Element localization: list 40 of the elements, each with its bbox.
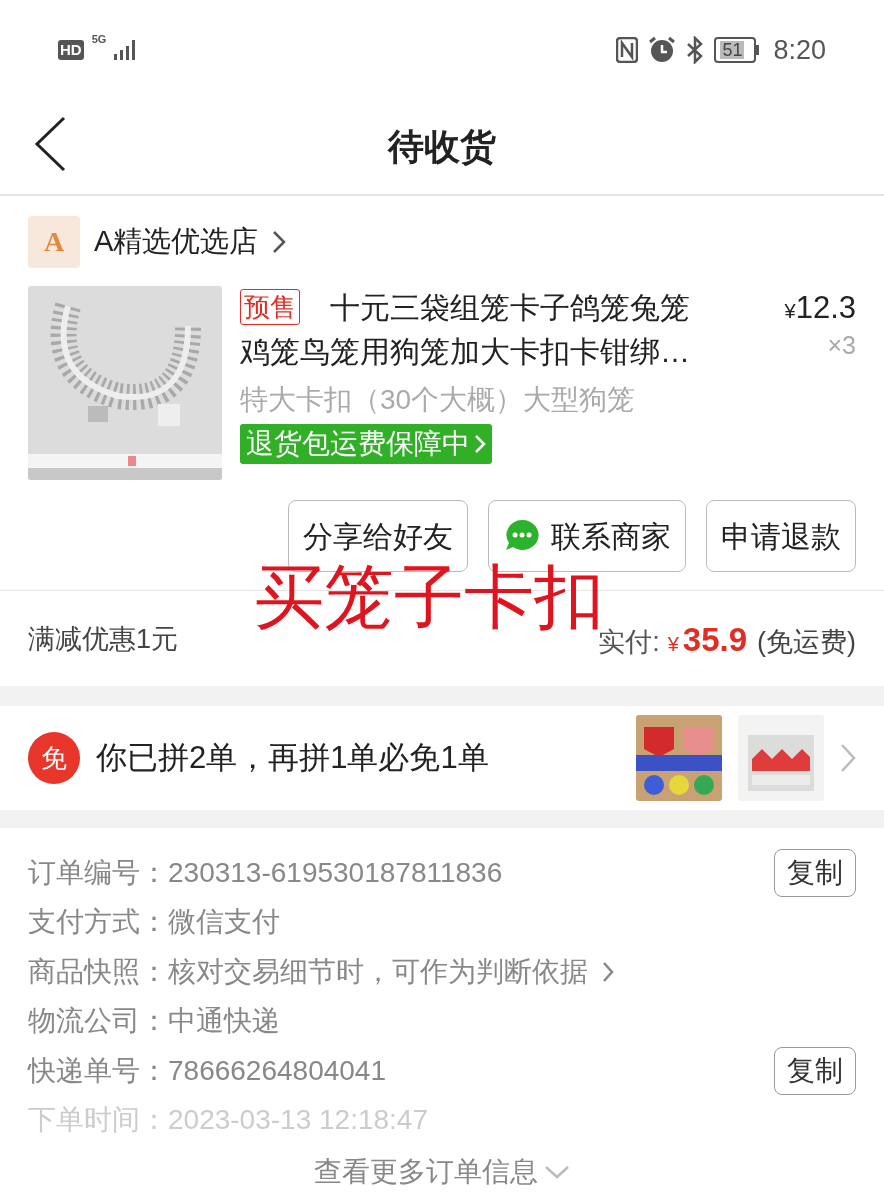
info-label: 物流公司：	[28, 1004, 168, 1039]
copy-button[interactable]: 复制	[774, 848, 856, 897]
chevron-right-icon	[272, 230, 287, 254]
more-order-info-link[interactable]: 查看更多订单信息	[314, 1151, 538, 1193]
info-value: 78666264804041	[168, 1053, 386, 1088]
hd-icon: HD	[58, 40, 84, 60]
shop-logo: A	[28, 216, 80, 268]
info-value: 中通快递	[168, 1004, 280, 1039]
product-spec: 特大卡扣（30个大概）大型狗笼	[240, 383, 637, 417]
presale-tag: 预售	[240, 289, 300, 325]
clock-time: 8:20	[773, 33, 826, 67]
back-icon[interactable]	[34, 116, 66, 172]
info-label: 商品快照：	[28, 954, 168, 989]
info-value: 微信支付	[168, 905, 280, 940]
info-label: 快递单号：	[28, 1053, 168, 1088]
paid-amount: 35.9	[682, 619, 747, 660]
discount-text: 满减优惠1元	[28, 623, 179, 657]
battery-icon: 51	[714, 37, 760, 63]
currency-sign: ¥	[667, 631, 679, 657]
info-value[interactable]: 核对交易细节时，可作为判断依据	[168, 950, 588, 993]
bluetooth-icon	[686, 36, 705, 64]
info-label: 订单编号：	[28, 855, 168, 890]
shipping-note: (免运费)	[757, 625, 856, 659]
free-badge: 免	[28, 732, 80, 784]
info-value: 230313-619530187811836	[168, 855, 503, 890]
unit-price: 12.3	[795, 289, 856, 327]
page-title: 待收货	[388, 125, 496, 169]
currency-sign: ¥	[784, 300, 796, 324]
shop-name[interactable]: A精选优选店	[94, 220, 259, 264]
chevron-down-icon	[544, 1165, 570, 1179]
action-button[interactable]: 申请退款	[706, 500, 856, 572]
network-label: 5G	[91, 34, 107, 45]
copy-button[interactable]: 复制	[774, 1046, 856, 1095]
promo-text: 你已拼2单，再拼1单必免1单	[96, 738, 490, 777]
nfc-icon	[616, 37, 639, 63]
product-title[interactable]: 预售 十元三袋组笼卡子鸽笼兔笼鸡笼鸟笼用狗笼加大卡扣卡钳绑…	[240, 286, 695, 374]
info-label: 支付方式：	[28, 905, 168, 940]
chevron-right-icon	[602, 960, 614, 983]
quantity: ×3	[827, 330, 856, 360]
alarm-icon	[648, 36, 677, 64]
